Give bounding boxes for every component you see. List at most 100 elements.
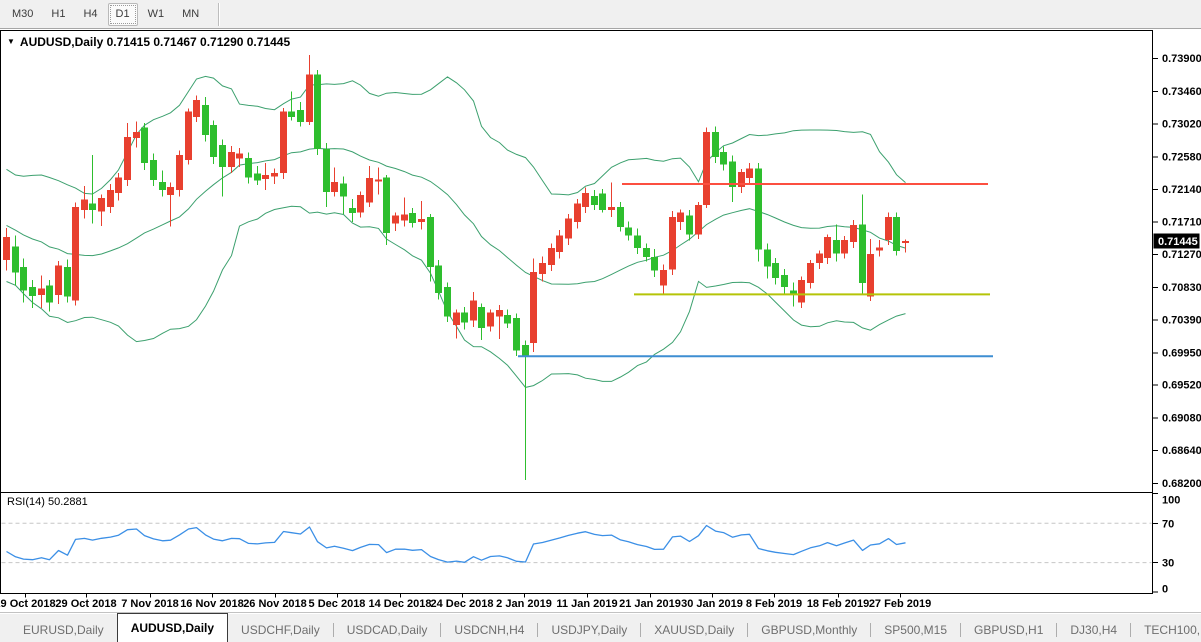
candle-body [487,312,494,326]
tab-eurusd-daily[interactable]: EURUSD,Daily [10,619,117,642]
candle-body [893,217,900,251]
candle-body [772,263,779,278]
candle-body [98,198,105,211]
candle-body [115,177,122,193]
candle-body [746,168,753,178]
time-axis-label: 11 Jan 2019 [556,598,617,610]
candle-body [159,182,166,190]
candle-body [591,196,598,205]
candle-body [185,112,192,161]
time-axis-label: 18 Feb 2019 [807,598,869,610]
candle-body [755,168,762,249]
candle-body [193,100,200,117]
candle-body [859,224,866,283]
candle-body [418,219,425,222]
candle-body [297,110,304,122]
candle-body [124,137,131,180]
candle-body [89,203,96,210]
tab-sp500-m15[interactable]: SP500,M15 [871,619,960,642]
time-axis-label: 14 Dec 2018 [369,598,432,610]
time-axis-label: 5 Dec 2018 [309,598,366,610]
current-price-value: 0.71445 [1158,236,1198,248]
candle-body [64,267,71,297]
candle-body [254,174,261,181]
candle-body [625,227,632,235]
candle-body [435,265,442,293]
chart-symbol-label: AUDUSD,Daily [20,35,103,49]
candle-body [176,155,183,190]
candle-body [902,241,909,243]
timeframe-toolbar: M30H1H4D1W1MN [0,0,1201,29]
tab-tech100-h1[interactable]: TECH100,H1 [1131,619,1201,642]
time-axis-label: 27 Feb 2019 [869,598,931,610]
time-axis-label: 24 Dec 2018 [431,598,494,610]
candle-body [453,312,460,325]
time-axis-label: 30 Jan 2019 [681,598,743,610]
candle-body [409,213,416,223]
candle-body [850,225,857,242]
toolbar-separator [218,3,219,26]
candle-body [522,345,529,356]
price-axis-label: 0.72140 [1162,184,1201,196]
timeframe-button-h1[interactable]: H1 [43,3,73,26]
rsi-indicator-label: RSI(14) 50.2881 [7,496,88,508]
chart-surface[interactable]: 0.739000.734600.730200.725800.721400.717… [0,0,1201,642]
timeframe-button-d1[interactable]: D1 [108,3,138,26]
candle-body [798,280,805,302]
price-axis-label: 0.69950 [1162,348,1201,360]
symbol-dropdown-icon: ▼ [7,37,15,46]
candle-body [46,285,53,302]
candle-body [548,248,555,265]
mt4-chart-window: { "toolbar": { "timeframes": [ {"label":… [0,0,1201,642]
candle-body [331,182,338,192]
candle-body [841,240,848,253]
candle-body [617,207,624,227]
timeframe-button-w1[interactable]: W1 [140,3,173,26]
candle-body [107,190,114,207]
candle-body [504,315,511,323]
candle-body [565,218,572,238]
candle-body [669,217,676,270]
tab-usdcnh-h4[interactable]: USDCNH,H4 [441,619,537,642]
tab-usdchf-daily[interactable]: USDCHF,Daily [228,619,333,642]
tab-dj30-h4[interactable]: DJ30,H4 [1057,619,1130,642]
tab-xauusd-daily[interactable]: XAUUSD,Daily [641,619,747,642]
candle-body [202,105,209,135]
rsi-axis-label: 30 [1162,558,1174,570]
price-axis-label: 0.73020 [1162,119,1201,131]
candle-body [236,153,243,158]
candle-body [582,193,589,207]
candle-body [349,208,356,213]
tab-usdcad-daily[interactable]: USDCAD,Daily [334,619,441,642]
candle-body [383,177,390,233]
time-axis-label: 29 Oct 2018 [55,598,116,610]
time-axis-label: 19 Oct 2018 [0,598,56,610]
timeframe-button-h4[interactable]: H4 [75,3,105,26]
price-axis-label: 0.73900 [1162,53,1201,65]
tab-audusd-daily[interactable]: AUDUSD,Daily [117,613,228,642]
candle-body [867,254,874,297]
candle-body [876,247,883,250]
candle-body [634,236,641,249]
timeframe-button-m30[interactable]: M30 [4,3,41,26]
candle-body [314,74,321,149]
tab-gbpusd-h1[interactable]: GBPUSD,H1 [961,619,1056,642]
candle-body [38,288,45,295]
time-axis-label: 16 Nov 2018 [180,598,244,610]
timeframe-button-mn[interactable]: MN [174,3,207,26]
candle-body [288,112,295,117]
tab-gbpusd-monthly[interactable]: GBPUSD,Monthly [748,619,870,642]
rsi-pane [1,493,1153,594]
price-axis-label: 0.70390 [1162,315,1201,327]
price-axis-label: 0.69080 [1162,412,1201,424]
candle-body [3,237,10,260]
candle-body [392,215,399,223]
price-axis-label: 0.71710 [1162,216,1201,228]
candle-body [824,237,831,258]
candle-body [478,307,485,328]
candle-body [262,175,269,179]
tab-usdjpy-daily[interactable]: USDJPY,Daily [538,619,640,642]
candle-body [245,158,252,177]
candle-body [807,263,814,283]
price-axis-label: 0.71270 [1162,249,1201,261]
